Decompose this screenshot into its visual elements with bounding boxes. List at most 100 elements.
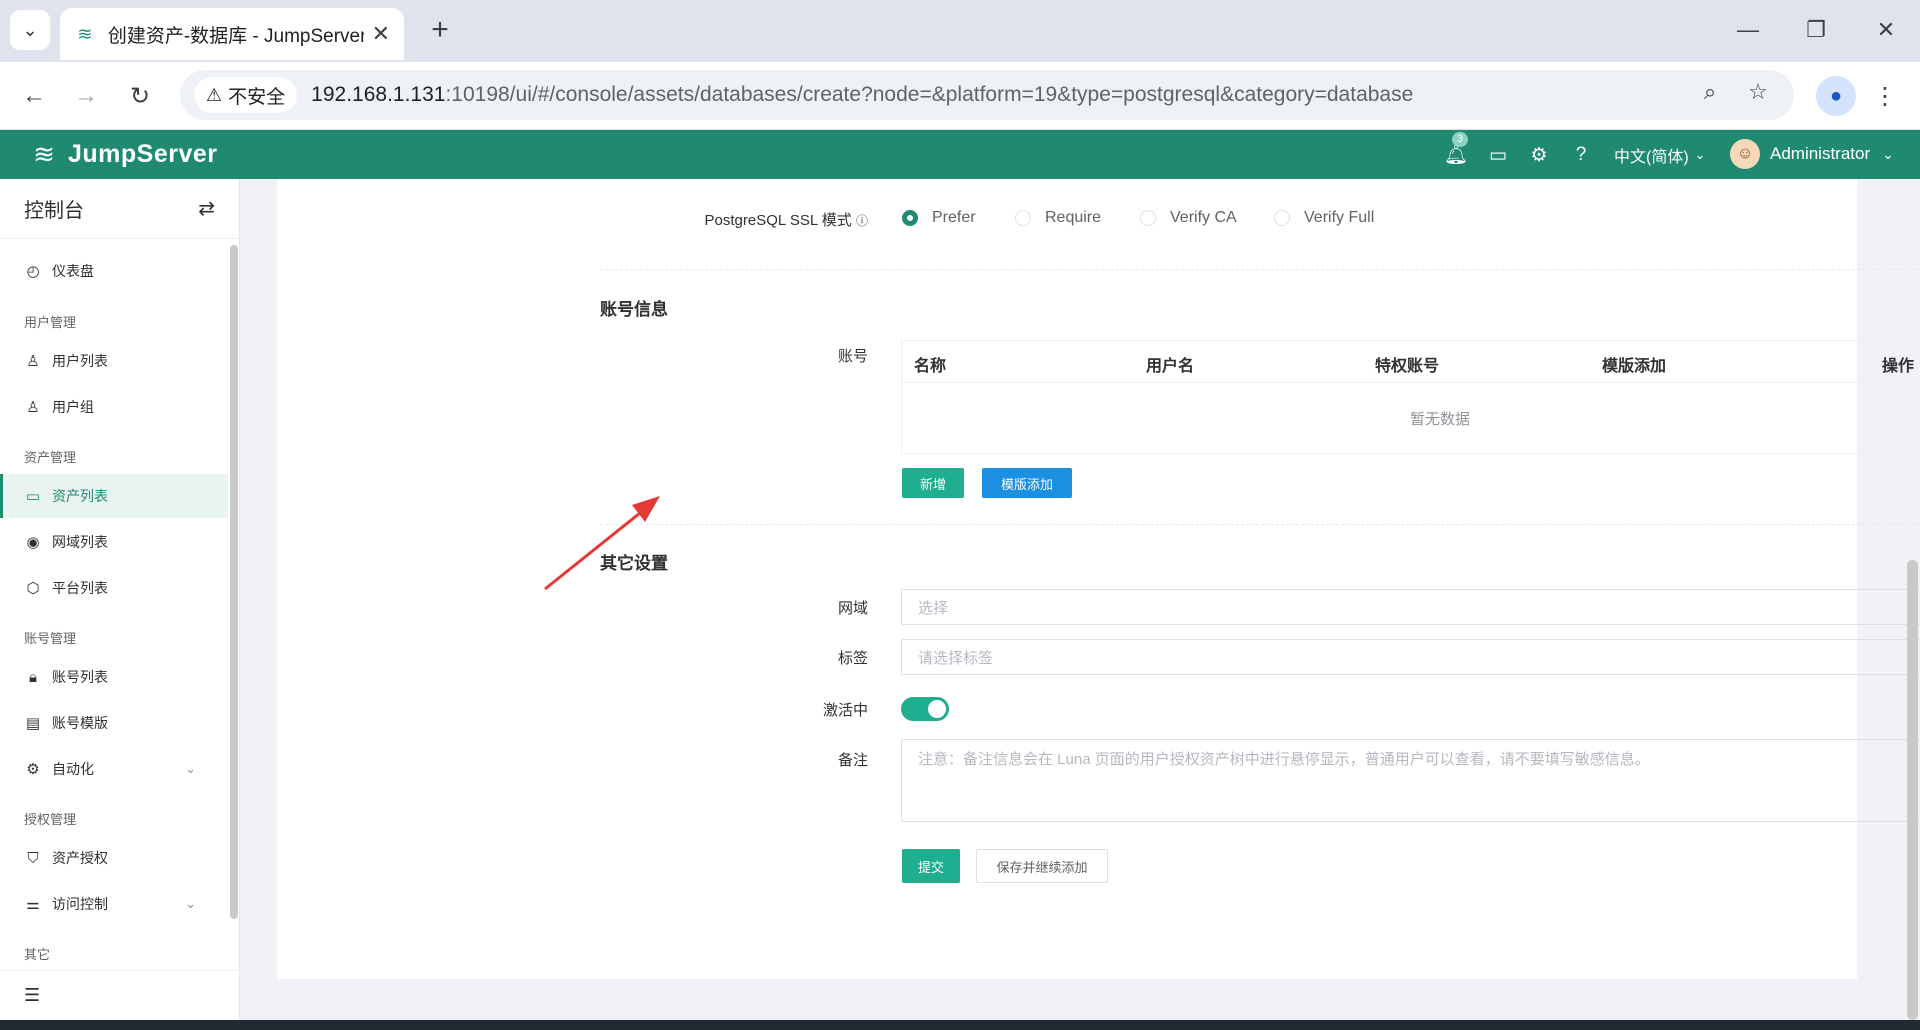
- sidebar-item-label: 自动化: [52, 761, 94, 777]
- collapse-sidebar-icon[interactable]: ☰: [0, 970, 240, 1020]
- browser-tab[interactable]: ≋ 创建资产-数据库 - JumpServer ✕: [60, 8, 404, 60]
- jumpserver-logo-icon: ≋: [33, 138, 55, 169]
- notification-badge: 3: [1452, 132, 1468, 147]
- sidebar-item-label: 账号列表: [52, 669, 108, 685]
- jumpserver-favicon-icon: ≋: [77, 23, 93, 44]
- ssl-option-require[interactable]: Require: [1015, 209, 1101, 227]
- switch-view-icon[interactable]: ⇄: [198, 196, 215, 221]
- bookmark-star-icon[interactable]: ☆: [1742, 76, 1774, 108]
- tab-close-icon[interactable]: ✕: [372, 21, 390, 47]
- url-path: :10198/ui/#/console/assets/databases/cre…: [445, 83, 1414, 106]
- sidebar-item-asset-list[interactable]: ▭ 资产列表: [0, 474, 228, 518]
- sidebar-item-dashboard[interactable]: ◴ 仪表盘: [0, 249, 228, 293]
- taskbar-strip: [0, 1020, 1920, 1030]
- sidebar-group-other: 其它: [24, 947, 51, 962]
- user-menu[interactable]: ☺ Administrator ⌄: [1730, 139, 1894, 169]
- url-text[interactable]: 192.168.1.131:10198/ui/#/console/assets/…: [311, 83, 1413, 107]
- save-continue-button[interactable]: 保存并继续添加: [976, 849, 1108, 883]
- help-icon[interactable]: ?: [1569, 143, 1593, 167]
- window-close-icon[interactable]: ✕: [1864, 12, 1908, 48]
- sidebar-item-account-list[interactable]: 🔒︎ 账号列表: [0, 655, 228, 699]
- radio-label: Require: [1045, 209, 1102, 226]
- sidebar-item-access-control[interactable]: ⚌ 访问控制 ⌄: [0, 882, 228, 926]
- language-selector[interactable]: 中文(简体) ⌄: [1614, 143, 1706, 167]
- logo[interactable]: ≋ JumpServer: [28, 138, 218, 170]
- sidebar-item-label: 访问控制: [52, 896, 108, 912]
- active-switch[interactable]: [901, 697, 949, 721]
- section-divider: [600, 269, 1920, 270]
- sidebar-header: 控制台 ⇄: [0, 179, 239, 239]
- chevron-down-icon: ⌄: [185, 896, 196, 911]
- submit-button[interactable]: 提交: [902, 849, 960, 883]
- shield-icon: ⛉: [27, 849, 39, 867]
- labels-select[interactable]: 请选择标签 ⌄: [901, 639, 1920, 675]
- browser-toolbar: ← → ↻ ⚠ 不安全 192.168.1.131:10198/ui/#/con…: [0, 62, 1920, 130]
- page-scrollbar[interactable]: [1907, 560, 1918, 1020]
- sidebar-item-asset-permission[interactable]: ⛉ 资产授权: [0, 836, 228, 880]
- sidebar-group-user-mgmt: 用户管理: [24, 315, 77, 330]
- restore-icon[interactable]: ❐: [1794, 12, 1838, 48]
- help-icon: ⓘ: [855, 214, 868, 228]
- bell-icon[interactable]: 🔔︎: [1444, 143, 1468, 167]
- radio-dot: [1140, 210, 1156, 226]
- sidebar-scrollbar[interactable]: [230, 245, 238, 919]
- column-username: 用户名: [1146, 358, 1195, 375]
- labels-placeholder: 请选择标签: [918, 649, 994, 667]
- active-label: 激活中: [822, 702, 868, 719]
- user-group-icon: ♙: [26, 399, 40, 416]
- minimize-icon[interactable]: —: [1726, 12, 1770, 48]
- radio-label: Verify Full: [1304, 209, 1375, 226]
- ssl-option-verify-full[interactable]: Verify Full: [1274, 209, 1374, 227]
- terminal-icon[interactable]: ▭: [1486, 143, 1510, 167]
- sidebar-item-label: 仪表盘: [52, 263, 94, 279]
- comment-textarea[interactable]: 注意：备注信息会在 Luna 页面的用户授权资产树中进行悬停显示，普通用户可以查…: [901, 739, 1920, 822]
- warning-icon: ⚠: [206, 84, 223, 105]
- reload-icon[interactable]: ↻: [120, 76, 160, 116]
- user-icon: ♙: [26, 353, 40, 370]
- browser-menu-icon[interactable]: ⋮: [1870, 76, 1900, 116]
- radio-dot: [1015, 210, 1031, 226]
- domain-select[interactable]: 选择 ⌄: [901, 589, 1920, 625]
- language-label: 中文(简体): [1614, 149, 1689, 166]
- sidebar-item-account-template[interactable]: ▤ 账号模版: [0, 701, 228, 745]
- profile-avatar-icon[interactable]: ●: [1816, 76, 1856, 116]
- avatar: ☺: [1730, 139, 1760, 169]
- insecure-label: 不安全: [228, 86, 286, 108]
- lock-icon: 🔒︎: [29, 668, 37, 686]
- sidebar-item-domain-list[interactable]: ◉ 网域列表: [0, 520, 228, 564]
- table-empty-text: 暂无数据: [1409, 410, 1470, 428]
- address-bar[interactable]: ⚠ 不安全 192.168.1.131:10198/ui/#/console/a…: [180, 70, 1794, 120]
- ssl-mode-label: PostgreSQL SSL 模式 ⓘ: [704, 212, 868, 229]
- dashboard-icon: ◴: [26, 263, 40, 280]
- sidebar: 控制台 ⇄ ◴ 仪表盘 用户管理 ♙ 用户列表 ♙ 用户组 资产管理 ▭ 资产列…: [0, 179, 240, 1020]
- template-add-button[interactable]: 模版添加: [982, 468, 1072, 498]
- sidebar-item-automation[interactable]: ⚙ 自动化 ⌄: [0, 747, 228, 791]
- url-host: 192.168.1.131: [311, 83, 446, 106]
- tab-search-chevron-icon[interactable]: ⌄: [10, 10, 50, 50]
- back-icon[interactable]: ←: [14, 76, 54, 116]
- add-account-button[interactable]: 新增: [902, 468, 964, 498]
- ssl-option-prefer[interactable]: Prefer: [902, 209, 976, 227]
- zoom-search-icon[interactable]: ⌕: [1694, 76, 1726, 108]
- sidebar-item-label: 资产授权: [52, 850, 108, 866]
- sidebar-item-platform-list[interactable]: ⬡ 平台列表: [0, 566, 228, 610]
- new-tab-icon[interactable]: +: [422, 12, 458, 48]
- sidebar-item-label: 平台列表: [52, 580, 108, 596]
- location-pin-icon: ◉: [26, 534, 40, 551]
- chevron-down-icon: ⌄: [1882, 145, 1894, 162]
- column-template-add: 模版添加: [1602, 358, 1667, 375]
- comment-placeholder: 注意：备注信息会在 Luna 页面的用户授权资产树中进行悬停显示，普通用户可以查…: [918, 751, 1650, 768]
- ssl-option-verify-ca[interactable]: Verify CA: [1140, 209, 1237, 227]
- monitor-icon: ▭: [25, 488, 41, 505]
- forward-icon[interactable]: →: [66, 76, 106, 116]
- logo-text: JumpServer: [68, 139, 218, 168]
- sidebar-item-label: 用户组: [52, 399, 94, 415]
- sidebar-item-label: 网域列表: [52, 534, 108, 550]
- automation-icon: ⚙: [26, 761, 40, 778]
- insecure-chip[interactable]: ⚠ 不安全: [194, 77, 298, 113]
- sidebar-item-user-list[interactable]: ♙ 用户列表: [0, 339, 228, 383]
- sidebar-item-user-group[interactable]: ♙ 用户组: [0, 385, 228, 429]
- app-header: ≋ JumpServer 🔔︎ 3 ▭ ⚙ ? 中文(简体) ⌄ ☺ Admin…: [0, 130, 1920, 179]
- column-actions: 操作: [1882, 358, 1915, 375]
- gear-icon[interactable]: ⚙: [1527, 143, 1551, 167]
